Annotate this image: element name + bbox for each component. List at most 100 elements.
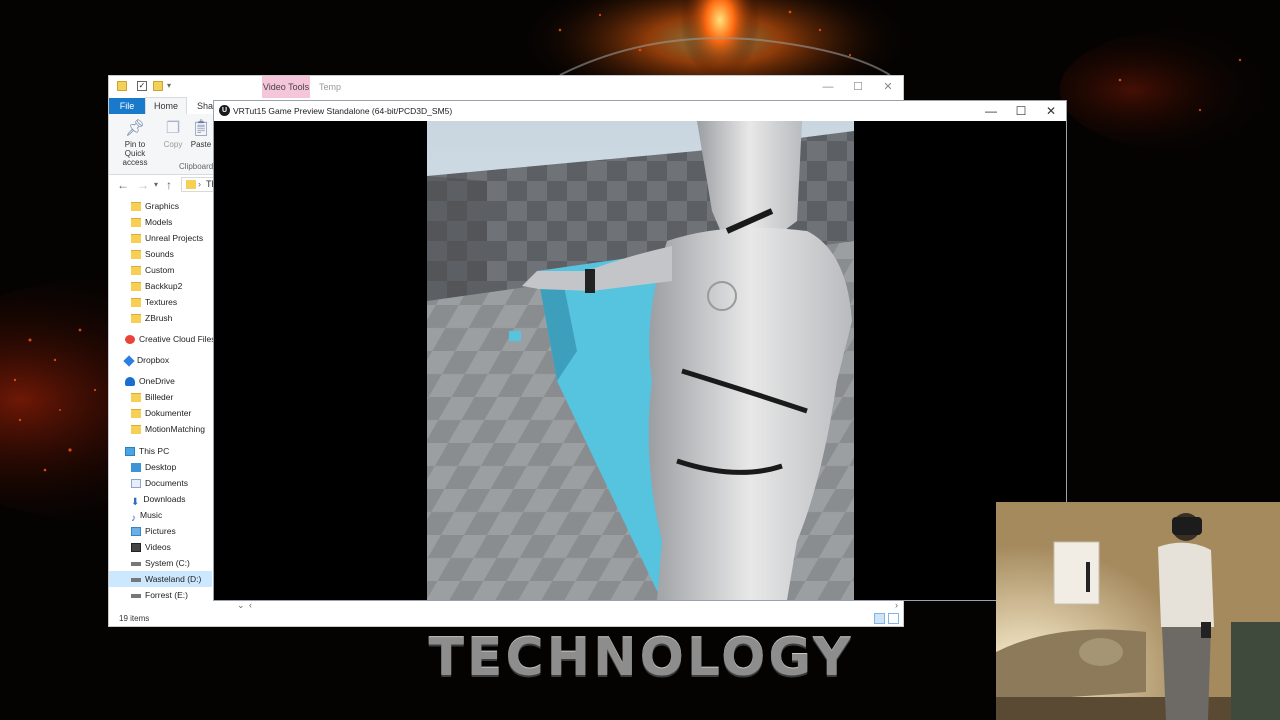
folder-icon [131,393,141,403]
sofa-cushion [1079,638,1123,666]
creative-cloud-icon [125,335,135,345]
horizontal-scrollbar[interactable]: ⌄ ‹ › [237,600,903,610]
nav-label: Dokumenter [145,408,192,418]
nav-item-system-c[interactable]: System (C:) [131,555,190,571]
explorer-minimize-button[interactable]: — [813,76,843,98]
nav-item-motionmatching[interactable]: MotionMatching [131,421,205,437]
pin-label: Pin to Quick access [122,140,148,167]
nav-label: Videos [145,542,171,552]
game-maximize-button[interactable]: ☐ [1006,101,1036,121]
nav-item-sounds[interactable]: Sounds [131,246,174,262]
nav-item-downloads[interactable]: ⬇ Downloads [131,491,186,508]
nav-label: Downloads [143,494,186,504]
game-viewport[interactable] [427,121,854,600]
back-arrow-icon[interactable]: ← [117,177,129,193]
recent-locations-dropdown-icon[interactable]: ▾ [154,177,158,193]
nav-item-graphics[interactable]: Graphics [131,198,179,214]
nav-item-dropbox[interactable]: Dropbox [123,352,170,368]
nav-label: OneDrive [139,376,175,386]
nav-label: Models [145,217,173,227]
nav-label: Unreal Projects [145,233,204,243]
mannequin-wrist-band [585,269,595,293]
nav-label: Textures [145,297,178,307]
nav-label: This PC [139,446,170,456]
film-icon [131,543,141,553]
nav-item-zbrush[interactable]: ZBrush [131,310,172,326]
new-folder-icon[interactable] [153,81,163,91]
nav-item-dokumenter[interactable]: Dokumenter [131,405,191,421]
nav-item-pictures[interactable]: Pictures [131,523,176,539]
pin-to-quick-access-button[interactable]: 📌︎ Pin to Quick access [115,118,155,167]
vr-headset-icon [1172,517,1202,535]
status-bar: 19 items [109,612,903,626]
forward-arrow-icon[interactable]: → [137,177,149,193]
drive-icon [131,561,141,566]
quick-access-dropdown-icon[interactable]: ▾ [167,81,177,91]
person-jeans [1162,627,1211,720]
nav-item-videos[interactable]: Videos [131,539,171,555]
drive-icon [131,593,141,598]
nav-item-forrest-e[interactable]: Forrest (E:) [131,587,188,603]
nav-item-unreal-projects[interactable]: Unreal Projects [131,230,203,246]
explorer-window-title: Temp [319,82,342,92]
game-preview-titlebar[interactable]: U VRTut15 Game Preview Standalone (64-bi… [214,101,1066,121]
wall-picture [1053,541,1100,605]
tab-file[interactable]: File [109,98,145,114]
scroll-right-arrow-icon[interactable]: › [895,600,898,610]
folder-icon [131,298,141,308]
nav-item-textures[interactable]: Textures [131,294,177,310]
folder-icon [131,314,141,324]
nav-item-music[interactable]: ♪ Music [131,507,162,524]
properties-check-icon[interactable]: ✓ [137,81,147,91]
nav-label: MotionMatching [145,424,206,434]
up-arrow-icon[interactable]: ↑ [166,177,172,193]
nav-label: Graphics [145,201,180,211]
nav-item-billeder[interactable]: Billeder [131,389,173,405]
nav-item-desktop[interactable]: Desktop [131,459,176,475]
folder-icon [131,266,141,276]
folder-icon [117,81,127,91]
nav-item-backup2[interactable]: Backkup2 [131,278,182,294]
game-close-button[interactable]: ✕ [1036,101,1066,121]
details-view-icon[interactable] [874,613,885,624]
pictures-icon [131,527,141,537]
pin-icon: 📌︎ [124,120,146,137]
nav-label: Forrest (E:) [145,590,188,600]
nav-item-models[interactable]: Models [131,214,172,230]
small-cyan-cube [509,331,521,341]
desktop-icon [131,463,141,473]
nav-label: Backkup2 [145,281,183,291]
explorer-maximize-button[interactable]: ☐ [843,76,873,98]
computer-icon [125,447,135,457]
nav-label: Dropbox [137,355,170,365]
navigation-pane[interactable]: Graphics Models Unreal Projects Sounds C… [109,196,214,608]
large-icons-view-icon[interactable] [888,613,899,624]
video-tools-context-tab[interactable]: Video Tools [262,76,310,98]
documents-icon [131,479,141,489]
explorer-close-button[interactable]: ✕ [873,76,903,98]
folder-icon [131,425,141,435]
nav-item-creative-cloud[interactable]: Creative Cloud Files [125,331,214,347]
nav-label: Wasteland (D:) [145,574,202,584]
game-minimize-button[interactable]: — [976,101,1006,121]
nav-item-this-pc[interactable]: This PC [125,443,169,459]
explorer-titlebar[interactable]: ✓ ▾ Video Tools Temp — ☐ ✕ [109,76,903,98]
nav-label: Billeder [145,392,174,402]
folder-icon [131,250,141,260]
scroll-left-arrow-icon[interactable]: ‹ [249,600,252,610]
unreal-engine-logo-icon: U [219,105,230,116]
nav-label: Sounds [145,249,174,259]
webcam-overlay [996,502,1280,720]
copy-label: Copy [163,140,183,149]
armchair [1231,622,1280,720]
tab-home[interactable]: Home [145,97,188,114]
nav-item-wasteland-d[interactable]: Wasteland (D:) [109,571,212,587]
folder-icon [131,409,141,419]
nav-item-onedrive[interactable]: OneDrive [125,373,175,389]
wall-picture-mark [1086,562,1090,592]
scroll-down-chevron-icon[interactable]: ⌄ [237,600,245,610]
game-preview-window[interactable]: U VRTut15 Game Preview Standalone (64-bi… [213,100,1067,601]
nav-item-custom[interactable]: Custom [131,262,174,278]
paste-label: Paste [190,140,212,149]
nav-item-documents[interactable]: Documents [131,475,188,491]
